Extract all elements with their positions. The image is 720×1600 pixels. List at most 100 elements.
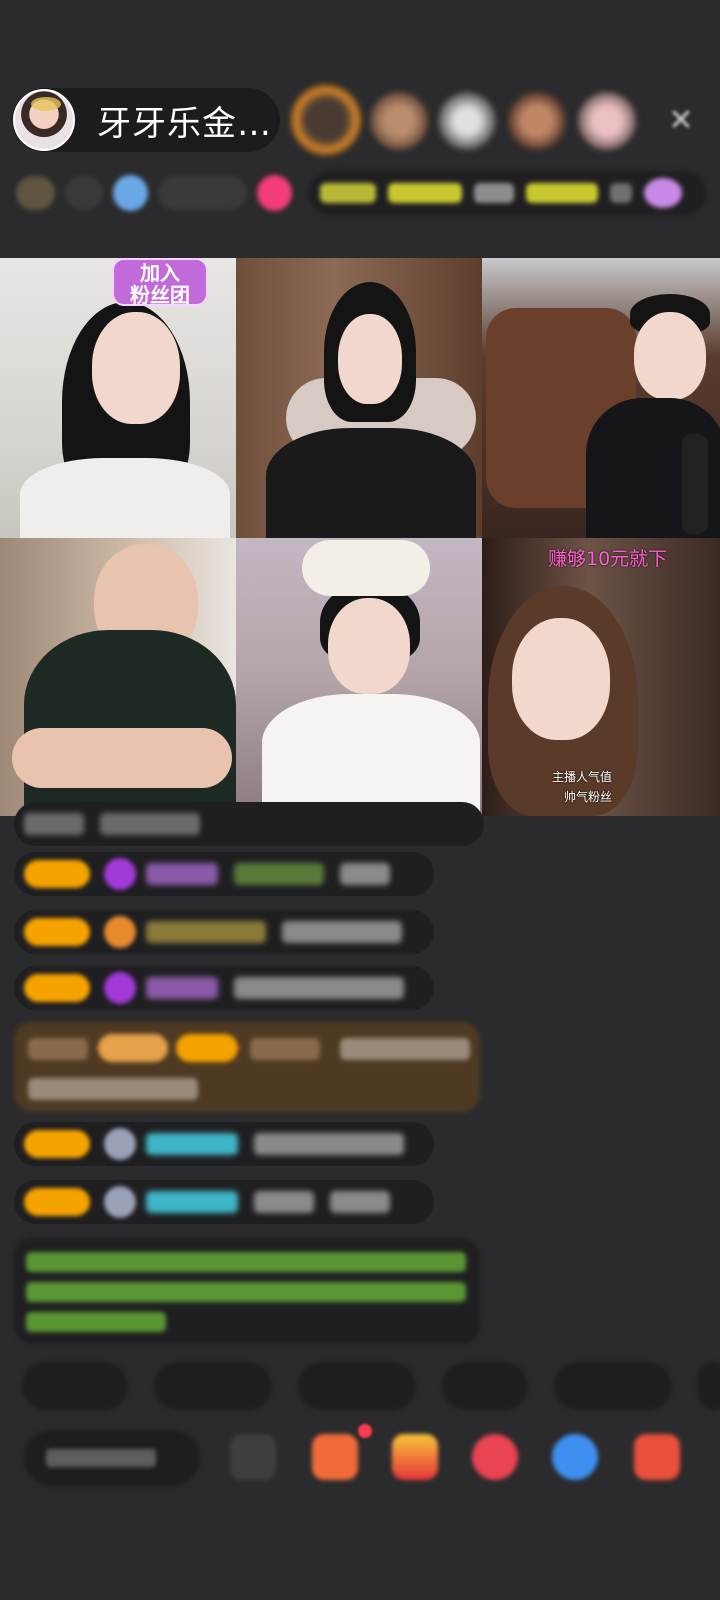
notice-banner[interactable]: [307, 171, 706, 215]
say-something-input[interactable]: [24, 1430, 200, 1486]
chat-message[interactable]: [14, 852, 434, 896]
video-tile-guest-1[interactable]: 加入 粉丝团: [0, 258, 236, 538]
quick-reply-chip[interactable]: [154, 1362, 272, 1410]
video-tile-guest-5[interactable]: [236, 538, 482, 816]
video-tile-guest-2[interactable]: [236, 258, 482, 538]
popularity-icon[interactable]: [257, 175, 292, 211]
purple-gem-icon: [104, 972, 136, 1004]
chat-message[interactable]: [14, 1122, 434, 1166]
chat-text-block: [340, 1038, 470, 1060]
chat-text-block: [254, 1133, 404, 1155]
guest-face: [512, 618, 610, 740]
chat-text-block: [24, 813, 84, 835]
level-badge: [24, 974, 90, 1002]
system-notice-message: [14, 1238, 480, 1344]
chat-text-block: [234, 863, 324, 885]
orange-badge-icon: [104, 916, 136, 948]
guest-caption: 帅气粉丝: [564, 790, 613, 804]
join-fan-club-sticker[interactable]: 加入 粉丝团: [112, 258, 208, 306]
fan-club-icon[interactable]: [312, 1434, 358, 1480]
quick-reply-chip[interactable]: [698, 1362, 720, 1410]
guest-face: [92, 312, 180, 424]
top-viewer-avatar[interactable]: [578, 92, 636, 150]
system-text-line: [26, 1312, 166, 1332]
chat-username[interactable]: [146, 921, 266, 943]
notice-avatar: [643, 178, 682, 208]
chat-text-block: [254, 1191, 314, 1213]
notice-segment: [473, 183, 514, 203]
level-badge: [24, 918, 90, 946]
guest-banner-text: 赚够10元就下: [548, 548, 668, 570]
guest-clothes: [24, 630, 236, 816]
level-badge: [176, 1034, 238, 1062]
share-icon[interactable]: [552, 1434, 598, 1480]
host-avatar-icon[interactable]: [13, 89, 75, 151]
chat-username[interactable]: [146, 1133, 238, 1155]
notification-dot: [358, 1424, 372, 1438]
chat-username[interactable]: [146, 977, 218, 999]
quick-reply-chip[interactable]: [554, 1362, 672, 1410]
guest-arms: [12, 728, 232, 788]
host-info-pill[interactable]: 牙牙乐金…: [12, 88, 280, 152]
host-name[interactable]: 牙牙乐金…: [97, 96, 272, 145]
chat-username[interactable]: [146, 863, 218, 885]
top-viewer-avatar[interactable]: [290, 84, 362, 156]
guest-face: [328, 598, 410, 694]
chat-username[interactable]: [146, 1191, 238, 1213]
guest-caption: 主播人气值: [552, 770, 613, 784]
notice-segment: [319, 183, 376, 203]
chat-text-block: [234, 977, 404, 999]
cat-ears-headband: [302, 540, 430, 596]
level-badge: [24, 1130, 90, 1158]
chat-text-block: [100, 813, 200, 835]
user-avatar-icon: [104, 1128, 136, 1160]
microphone: [682, 434, 708, 534]
chat-username[interactable]: [250, 1038, 320, 1060]
more-icon[interactable]: [634, 1434, 680, 1480]
top-viewer-avatar[interactable]: [508, 92, 566, 150]
quick-reply-chip[interactable]: [298, 1362, 416, 1410]
hourly-rank-icon[interactable]: [113, 175, 149, 211]
video-tile-guest-3[interactable]: [482, 258, 720, 538]
guest-clothes: [262, 694, 480, 816]
gift-icon[interactable]: [392, 1434, 438, 1480]
chat-message[interactable]: [14, 1180, 434, 1224]
rank-badge[interactable]: [16, 176, 55, 210]
rank-badge-row: [16, 170, 706, 216]
emoji-icon[interactable]: [230, 1434, 276, 1480]
quick-reply-chip[interactable]: [22, 1362, 128, 1410]
chat-text-block: [340, 863, 390, 885]
notice-segment: [387, 183, 462, 203]
bottom-toolbar: [0, 1424, 720, 1486]
chat-text-block: [282, 921, 402, 943]
chat-text-block: [330, 1191, 390, 1213]
chat-message[interactable]: [14, 910, 434, 954]
rank-badge: [64, 176, 104, 210]
level-badge: [98, 1034, 168, 1062]
guest-face: [634, 312, 706, 400]
chat-message[interactable]: [14, 966, 434, 1010]
top-viewer-avatar[interactable]: [370, 92, 428, 150]
top-viewer-avatar[interactable]: [438, 92, 496, 150]
quick-reply-chip[interactable]: [442, 1362, 528, 1410]
system-text-line: [26, 1252, 466, 1272]
purple-gem-icon: [104, 858, 136, 890]
level-badge: [24, 860, 90, 888]
like-icon[interactable]: [472, 1434, 518, 1480]
close-icon[interactable]: ✕: [664, 104, 698, 138]
hourly-rank-badge[interactable]: [158, 176, 248, 210]
chat-text-block: [28, 1038, 88, 1060]
guest-clothes: [20, 458, 230, 538]
system-text-line: [26, 1282, 466, 1302]
level-badge: [24, 1188, 90, 1216]
video-tile-guest-6[interactable]: 赚够10元就下 主播人气值 帅气粉丝: [482, 538, 720, 816]
video-tile-guest-4[interactable]: [0, 538, 236, 816]
chat-text-block: [28, 1078, 198, 1100]
chat-message[interactable]: [14, 802, 484, 846]
multi-guest-video-grid: 加入 粉丝团 赚够10元就下 主播人气值 帅气粉丝: [0, 258, 720, 816]
quick-reply-chips: [22, 1362, 720, 1410]
user-avatar-icon: [104, 1186, 136, 1218]
notice-segment: [609, 183, 632, 203]
highlighted-chat-message[interactable]: [14, 1022, 480, 1112]
guest-clothes: [266, 428, 476, 538]
